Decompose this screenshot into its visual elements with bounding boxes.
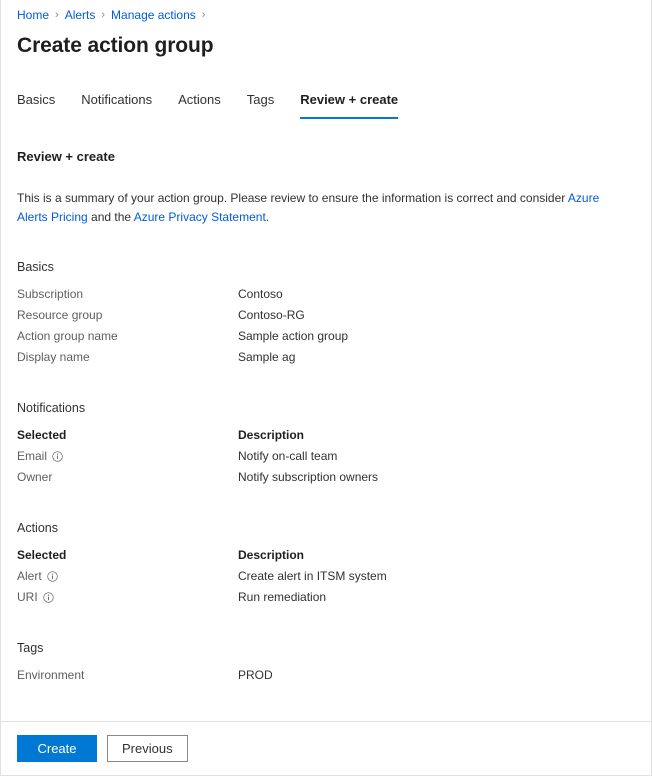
create-action-group-page: Home › Alerts › Manage actions › Create actio… (0, 0, 652, 776)
row-value: Create alert in ITSM system (238, 566, 635, 587)
row-value: Sample ag (238, 347, 635, 368)
row-label-text: Display name (17, 347, 90, 368)
row-value: PROD (238, 665, 635, 686)
page-footer: Create Previous (1, 721, 651, 775)
table-row: Subscription Contoso (17, 284, 635, 305)
review-intro-text: This is a summary of your action group. … (17, 189, 625, 227)
row-value: Notify subscription owners (238, 467, 635, 488)
tags-section: Tags Environment PROD (17, 639, 635, 686)
row-label-text: Email (17, 446, 47, 467)
tab-basics[interactable]: Basics (17, 91, 55, 119)
tab-review-create[interactable]: Review + create (300, 91, 398, 119)
breadcrumb-separator-icon: › (101, 7, 105, 23)
column-header-description: Description (238, 545, 635, 566)
basics-section-title: Basics (17, 258, 635, 276)
tab-actions[interactable]: Actions (178, 91, 221, 119)
row-value: Run remediation (238, 587, 635, 608)
row-value: Sample action group (238, 326, 635, 347)
breadcrumb-item-home[interactable]: Home (17, 7, 49, 23)
notifications-rows: SelectedDescriptionEmailNotify on-call t… (17, 425, 635, 488)
page-content: Home › Alerts › Manage actions › Create actio… (1, 0, 651, 721)
row-label-text: Alert (17, 566, 42, 587)
breadcrumb-item-manage-actions[interactable]: Manage actions (111, 7, 196, 23)
column-header-selected: Selected (17, 545, 238, 566)
table-row: Alert Create alert in ITSM system (17, 566, 635, 587)
notifications-section-title: Notifications (17, 399, 635, 417)
intro-text-part3: . (266, 210, 269, 224)
review-create-heading: Review + create (17, 148, 635, 166)
row-label-text: Resource group (17, 305, 102, 326)
info-icon[interactable] (52, 451, 63, 462)
row-label: Action group name (17, 326, 238, 347)
actions-section: Actions SelectedDescriptionAlertCreate a… (17, 519, 635, 608)
row-label-text: Environment (17, 665, 84, 686)
tab-tags[interactable]: Tags (247, 91, 274, 119)
table-header-row: SelectedDescription (17, 545, 635, 566)
row-label: Environment (17, 665, 238, 686)
table-row: Action group name Sample action group (17, 326, 635, 347)
table-row: URI Run remediation (17, 587, 635, 608)
column-header-selected: Selected (17, 425, 238, 446)
azure-privacy-statement-link[interactable]: Azure Privacy Statement (134, 210, 266, 224)
breadcrumb-item-alerts[interactable]: Alerts (65, 7, 96, 23)
table-row: Display name Sample ag (17, 347, 635, 368)
actions-rows: SelectedDescriptionAlertCreate alert in … (17, 545, 635, 608)
row-value: Contoso-RG (238, 305, 635, 326)
table-row: Email Notify on-call team (17, 446, 635, 467)
breadcrumb: Home › Alerts › Manage actions › (17, 0, 635, 23)
row-label: Email (17, 446, 238, 467)
row-label: Display name (17, 347, 238, 368)
row-value: Notify on-call team (238, 446, 635, 467)
basics-section: Basics SubscriptionContosoResource group… (17, 258, 635, 368)
row-label: Owner (17, 467, 238, 488)
row-label: Resource group (17, 305, 238, 326)
notifications-section: Notifications SelectedDescriptionEmailNo… (17, 399, 635, 488)
row-label: Alert (17, 566, 238, 587)
row-label-text: Owner (17, 467, 52, 488)
previous-button[interactable]: Previous (107, 735, 188, 762)
breadcrumb-separator-icon: › (55, 7, 59, 23)
breadcrumb-separator-icon: › (202, 7, 206, 23)
intro-text-part1: This is a summary of your action group. … (17, 191, 568, 205)
row-value: Contoso (238, 284, 635, 305)
page-title: Create action group (17, 32, 635, 60)
tags-rows: Environment PROD (17, 665, 635, 686)
intro-text-part2: and the (88, 210, 134, 224)
row-label-text: Action group name (17, 326, 118, 347)
row-label: URI (17, 587, 238, 608)
table-header-row: SelectedDescription (17, 425, 635, 446)
row-label: Subscription (17, 284, 238, 305)
row-label-text: URI (17, 587, 38, 608)
table-row: Environment PROD (17, 665, 635, 686)
table-row: Owner Notify subscription owners (17, 467, 635, 488)
basics-rows: Subscription Contoso Resource group Contoso… (17, 284, 635, 368)
column-header-description: Description (238, 425, 635, 446)
create-button[interactable]: Create (17, 735, 97, 762)
tab-bar: Basics Notifications Actions Tags Review + c… (17, 88, 635, 119)
row-label-text: Subscription (17, 284, 83, 305)
table-row: Resource group Contoso-RG (17, 305, 635, 326)
actions-section-title: Actions (17, 519, 635, 537)
tab-notifications[interactable]: Notifications (81, 91, 152, 119)
info-icon[interactable] (43, 592, 54, 603)
tags-section-title: Tags (17, 639, 635, 657)
info-icon[interactable] (47, 571, 58, 582)
